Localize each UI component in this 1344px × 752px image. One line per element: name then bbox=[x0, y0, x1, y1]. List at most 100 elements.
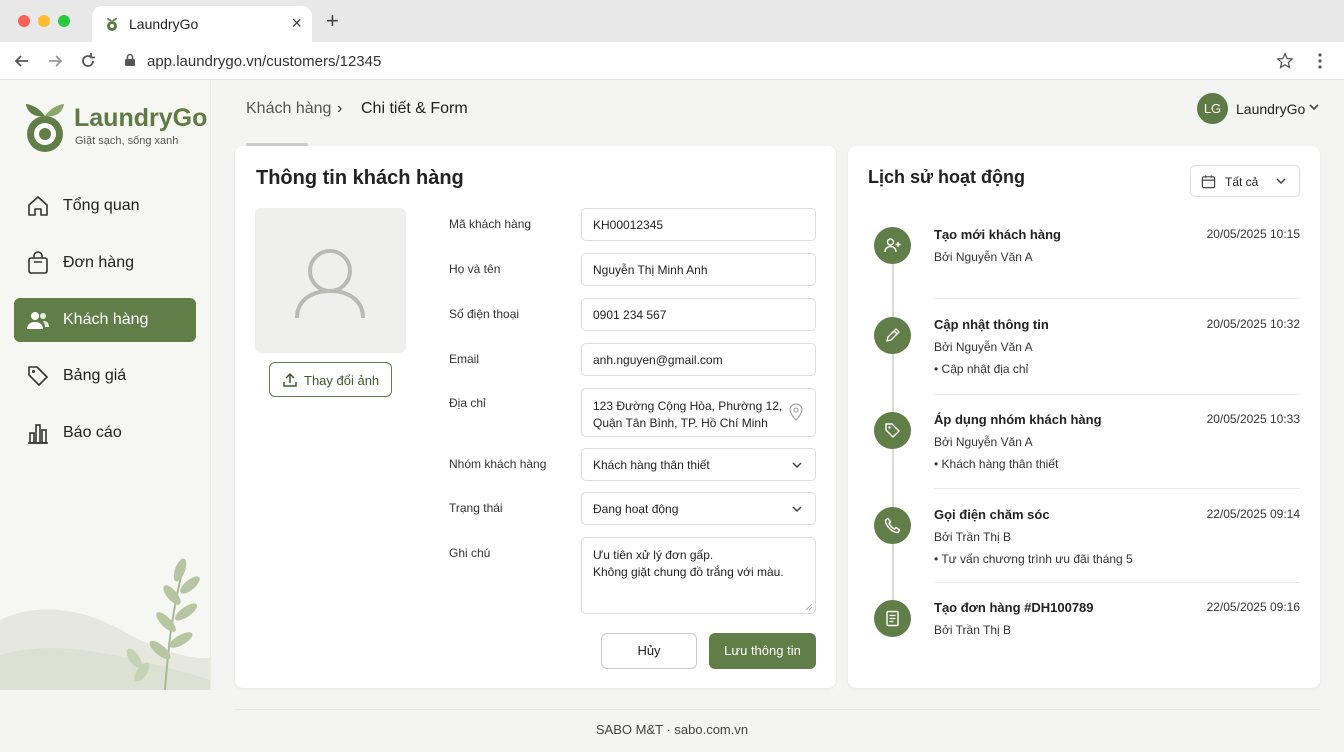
activity-icon-badge bbox=[874, 317, 911, 354]
url-field[interactable]: app.laundrygo.vn/customers/12345 bbox=[112, 47, 1302, 75]
price-tag-icon bbox=[28, 366, 48, 386]
sidebar-item-pricing[interactable]: Bảng giá bbox=[14, 354, 196, 398]
change-photo-label: Thay đổi ảnh bbox=[304, 373, 380, 388]
customer-info-title: Thông tin khách hàng bbox=[256, 167, 464, 189]
activity-author: Bởi Trần Thị B bbox=[934, 530, 1012, 544]
laundrygo-logo-icon bbox=[26, 104, 64, 152]
browser-address-bar: app.laundrygo.vn/customers/12345 bbox=[0, 42, 1344, 80]
sidebar-item-label: Báo cáo bbox=[63, 424, 122, 441]
sidebar-item-orders[interactable]: Đơn hàng bbox=[14, 241, 196, 285]
full-name-field[interactable]: Nguyễn Thị Minh Anh bbox=[581, 253, 816, 286]
home-icon bbox=[28, 196, 48, 216]
divider bbox=[934, 298, 1300, 299]
customer-photo bbox=[255, 208, 406, 353]
note-textarea[interactable]: Ưu tiên xử lý đơn gấp. Không giặt chung … bbox=[581, 537, 816, 614]
tab-close-icon[interactable]: × bbox=[291, 13, 302, 33]
address-label: Địa chỉ bbox=[449, 396, 486, 410]
activity-time: 22/05/2025 09:14 bbox=[1206, 507, 1300, 521]
activity-title: Áp dụng nhóm khách hàng bbox=[934, 412, 1102, 427]
activity-note: • Cập nhật địa chỉ bbox=[934, 362, 1029, 376]
activity-history-title: Lịch sử hoạt động bbox=[868, 167, 1026, 187]
full-name-value: Nguyễn Thị Minh Anh bbox=[593, 263, 708, 277]
sidebar-item-label: Đơn hàng bbox=[63, 254, 134, 271]
activity-time: 20/05/2025 10:33 bbox=[1206, 412, 1300, 426]
note-value: Ưu tiên xử lý đơn gấp. Không giặt chung … bbox=[593, 548, 784, 579]
phone-label: Số điện thoại bbox=[449, 307, 520, 321]
customer-group-value: Khách hàng thân thiết bbox=[593, 458, 710, 472]
chevron-down-icon[interactable] bbox=[1308, 103, 1320, 111]
cancel-button[interactable]: Hủy bbox=[601, 633, 697, 669]
map-pin-icon bbox=[789, 403, 803, 421]
phone-value: 0901 234 567 bbox=[593, 308, 667, 322]
browser-tab[interactable]: LaundryGo × bbox=[92, 6, 312, 42]
activity-icon-badge bbox=[874, 412, 911, 449]
activity-filter-select[interactable]: Tất cả bbox=[1190, 165, 1300, 197]
customer-group-label: Nhóm khách hàng bbox=[449, 457, 547, 471]
sidebar-item-overview[interactable]: Tổng quan bbox=[14, 184, 196, 228]
close-window-button[interactable] bbox=[18, 15, 30, 27]
activity-note: • Tư vấn chương trình ưu đãi tháng 5 bbox=[934, 552, 1133, 566]
activity-icon-badge bbox=[874, 227, 911, 264]
sidebar-item-reports[interactable]: Báo cáo bbox=[14, 411, 196, 455]
minimize-window-button[interactable] bbox=[38, 15, 50, 27]
lock-icon bbox=[125, 53, 135, 66]
activity-filter-value: Tất cả bbox=[1225, 175, 1259, 189]
forward-arrow-icon[interactable] bbox=[45, 51, 65, 71]
maximize-window-button[interactable] bbox=[58, 15, 70, 27]
save-button[interactable]: Lưu thông tin bbox=[709, 633, 816, 669]
breadcrumb-chevron-icon: › bbox=[337, 100, 343, 117]
customer-group-select[interactable]: Khách hàng thân thiết bbox=[581, 448, 816, 481]
upload-icon bbox=[283, 372, 297, 387]
bookmark-star-icon[interactable] bbox=[1276, 52, 1294, 70]
new-tab-icon[interactable]: + bbox=[326, 10, 339, 32]
breadcrumb-customers[interactable]: Khách hàng bbox=[246, 100, 331, 118]
reload-icon[interactable] bbox=[78, 51, 98, 71]
sidebar-item-customers[interactable]: Khách hàng bbox=[14, 298, 196, 342]
avatar[interactable]: LG bbox=[1197, 93, 1228, 124]
user-name[interactable]: LaundryGo bbox=[1236, 101, 1305, 117]
divider bbox=[934, 582, 1300, 583]
document-icon bbox=[886, 610, 899, 627]
footer-text: SABO M&T · sabo.com.vn bbox=[595, 722, 749, 737]
calendar-icon bbox=[1201, 175, 1216, 189]
activity-time: 20/05/2025 10:32 bbox=[1206, 317, 1300, 331]
activity-title: Tạo mới khách hàng bbox=[934, 227, 1061, 242]
brand-name: LaundryGo bbox=[74, 104, 208, 132]
browser-menu-icon[interactable] bbox=[1316, 52, 1324, 70]
activity-author: Bởi Nguyễn Văn A bbox=[934, 340, 1033, 354]
phone-field[interactable]: 0901 234 567 bbox=[581, 298, 816, 331]
bar-chart-icon bbox=[28, 424, 48, 444]
customer-code-field[interactable]: KH00012345 bbox=[581, 208, 816, 241]
address-field[interactable]: 123 Đường Cộng Hòa, Phường 12, Quận Tân … bbox=[581, 388, 816, 437]
activity-title: Cập nhật thông tin bbox=[934, 317, 1049, 332]
email-label: Email bbox=[449, 352, 480, 366]
sidebar-item-label: Khách hàng bbox=[63, 311, 149, 328]
users-icon bbox=[27, 312, 49, 329]
phone-icon bbox=[884, 517, 901, 534]
activity-title: Gọi điện chăm sóc bbox=[934, 507, 1050, 522]
tag-icon bbox=[885, 423, 900, 438]
sidebar-item-label: Tổng quan bbox=[63, 197, 140, 214]
brand-tagline: Giặt sạch, sống xanh bbox=[75, 135, 179, 147]
full-name-label: Họ và tên bbox=[449, 262, 501, 276]
activity-note: • Khách hàng thân thiết bbox=[934, 457, 1059, 471]
shopping-bag-icon bbox=[28, 251, 48, 274]
user-placeholder-icon bbox=[295, 249, 365, 319]
resize-handle-icon[interactable] bbox=[803, 601, 813, 611]
back-arrow-icon[interactable] bbox=[12, 51, 32, 71]
activity-author: Bởi Trần Thị B bbox=[934, 623, 1012, 637]
customer-code-value: KH00012345 bbox=[593, 218, 664, 232]
change-photo-button[interactable]: Thay đổi ảnh bbox=[269, 362, 392, 397]
breadcrumb-current: Chi tiết & Form bbox=[361, 100, 468, 117]
note-label: Ghi chú bbox=[449, 546, 491, 560]
status-select[interactable]: Đang hoạt động bbox=[581, 492, 816, 525]
leaf-favicon-icon bbox=[107, 18, 117, 31]
email-field[interactable]: anh.nguyen@gmail.com bbox=[581, 343, 816, 376]
status-value: Đang hoạt động bbox=[593, 502, 679, 516]
tab-title: LaundryGo bbox=[129, 16, 199, 32]
activity-icon-badge bbox=[874, 507, 911, 544]
footer-divider bbox=[235, 709, 1320, 710]
browser-tab-bar: LaundryGo × + bbox=[0, 0, 1344, 42]
chevron-down-icon bbox=[792, 462, 802, 469]
activity-title: Tạo đơn hàng #DH100789 bbox=[934, 600, 1094, 615]
